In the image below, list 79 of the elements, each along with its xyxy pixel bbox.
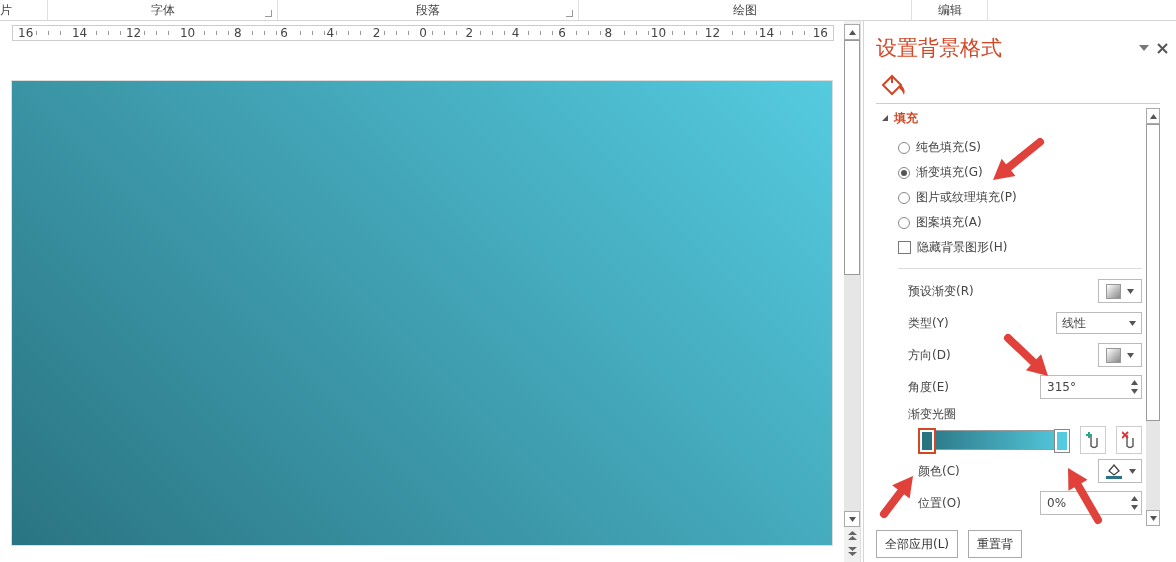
ruler-number: 16 (811, 26, 829, 40)
annotation-arrow (993, 138, 1044, 180)
ruler-number: 14 (757, 26, 776, 40)
spin-up-icon[interactable] (1131, 496, 1138, 501)
checkbox[interactable] (898, 241, 911, 254)
dialog-launcher-icon[interactable] (566, 10, 573, 17)
angle-spinner[interactable]: 315° (1040, 375, 1142, 399)
annotation-arrow (1004, 334, 1048, 376)
next-slide-icon[interactable] (847, 546, 857, 556)
color-picker[interactable] (1098, 459, 1142, 483)
ruler-number: 4 (510, 26, 521, 40)
radio-button[interactable] (898, 191, 910, 204)
group-label: 编辑 (937, 1, 962, 19)
annotation-arrow (1068, 468, 1102, 524)
scroll-down-icon[interactable] (848, 516, 856, 522)
field-label: 位置(O) (918, 494, 961, 512)
gradient-swatch-icon (1106, 283, 1121, 299)
option-label: 图片或纹理填充(P) (916, 189, 1017, 206)
radio-button[interactable] (898, 166, 910, 179)
panel-button[interactable]: 重置背 (968, 530, 1023, 558)
scrollbar[interactable] (1146, 108, 1160, 526)
spin-down-icon[interactable] (1131, 505, 1138, 510)
ruler-number: 4 (325, 26, 336, 40)
ruler-number: 0 (418, 26, 428, 40)
radio-button[interactable] (898, 141, 910, 154)
panel-button[interactable]: 全部应用(L) (876, 530, 959, 558)
ruler-number: 10 (649, 26, 668, 40)
ruler-number: 12 (703, 26, 722, 40)
paint-bucket-icon[interactable] (880, 73, 906, 97)
section-header[interactable]: 填充 (882, 108, 1142, 128)
scroll-down-icon[interactable] (1149, 515, 1157, 521)
ruler-number: 14 (70, 26, 89, 40)
field-label: 预设渐变(R) (908, 282, 974, 300)
scroll-up-icon[interactable] (1149, 113, 1157, 119)
dialog-launcher-icon[interactable] (265, 10, 272, 17)
option-label: 纯色填充(S) (916, 139, 981, 156)
field-label: 渐变光圈 (907, 406, 957, 423)
expanded-icon[interactable] (882, 115, 888, 121)
field-label: 类型(Y) (908, 314, 949, 332)
ruler-number: 8 (232, 26, 243, 40)
group-label: 绘图 (733, 1, 757, 19)
ruler-number: 8 (603, 26, 614, 40)
panel-title: 设置背景格式 (876, 35, 1003, 62)
option-label: 渐变填充(G) (916, 164, 983, 181)
scrollbar[interactable] (844, 21, 861, 562)
ruler-number: 12 (124, 26, 143, 40)
ruler-number: 2 (464, 26, 475, 40)
caret-icon[interactable] (1129, 320, 1136, 326)
spin-up-icon[interactable] (1131, 380, 1138, 385)
annotation-arrow (880, 476, 913, 518)
paint-bucket-icon (1104, 463, 1123, 479)
ruler-number: 6 (279, 26, 289, 40)
option-label: 图案填充(A) (916, 214, 982, 231)
field-label: 方向(D) (908, 346, 951, 364)
ruler-number: 16 (17, 26, 35, 40)
dropdown-icon[interactable] (1139, 45, 1149, 51)
position-spinner[interactable]: 0% (1040, 491, 1142, 515)
remove-stop-icon[interactable] (1116, 426, 1142, 454)
gradient-stop[interactable] (920, 430, 934, 452)
gradient-swatch-icon (1106, 347, 1121, 363)
group-label: 字体 (150, 1, 175, 19)
radio-button[interactable] (898, 216, 910, 229)
caret-icon[interactable] (1127, 352, 1134, 358)
ruler-number: 10 (178, 26, 197, 40)
group-label: 片 (0, 1, 12, 19)
previous-slide-icon[interactable] (847, 530, 857, 540)
ruler-number: 2 (371, 26, 382, 40)
scroll-up-icon[interactable] (848, 29, 856, 35)
field-label: 角度(E) (908, 378, 949, 396)
caret-icon[interactable] (1128, 468, 1136, 474)
spin-down-icon[interactable] (1131, 389, 1138, 394)
caret-icon[interactable] (1127, 288, 1134, 294)
add-stop-icon[interactable] (1080, 426, 1106, 454)
group-label: 段落 (416, 1, 440, 19)
ruler-number: 6 (557, 26, 567, 40)
checkbox-label: 隐藏背景图形(H) (917, 239, 1008, 256)
close-icon[interactable] (1157, 42, 1168, 54)
type-dropdown[interactable]: 线性 (1056, 312, 1142, 334)
field-label: 颜色(C) (918, 462, 960, 480)
